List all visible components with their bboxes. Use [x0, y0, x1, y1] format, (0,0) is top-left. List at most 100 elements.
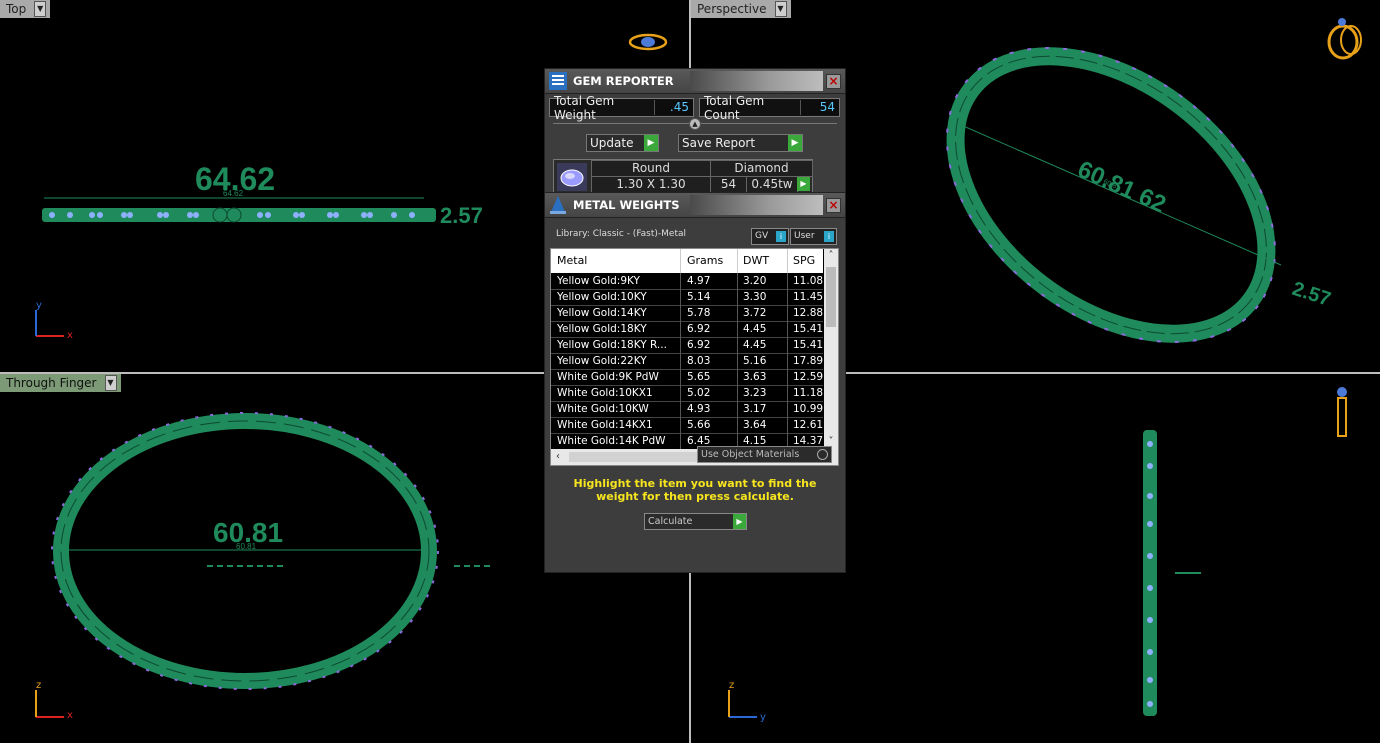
info-icon: i: [824, 231, 834, 242]
play-icon[interactable]: ▶: [797, 177, 810, 191]
metal-weights-title: METAL WEIGHTS: [573, 198, 680, 212]
cell-metal: White Gold:10KX1: [551, 385, 681, 401]
cell-grams: 8.03: [681, 353, 738, 369]
cell-grams: 5.14: [681, 289, 738, 305]
top-dim-side: 2.57: [440, 203, 483, 228]
scrollbar-thumb[interactable]: [826, 267, 836, 327]
play-icon: ▶: [644, 135, 658, 151]
gem-material: Diamond: [710, 160, 813, 177]
table-row[interactable]: Yellow Gold:10KY 5.14 3.30 11.45: [551, 289, 834, 306]
cell-dwt: 3.64: [737, 417, 788, 433]
cell-metal: Yellow Gold:9KY: [551, 273, 681, 289]
cell-dwt: 3.20: [737, 273, 788, 289]
top-dim-small: 64.62: [223, 189, 244, 198]
gem-reporter-titlebar[interactable]: GEM REPORTER ×: [545, 69, 845, 94]
cell-grams: 6.92: [681, 321, 738, 337]
gem-reporter-title: GEM REPORTER: [573, 74, 674, 88]
perspective-dim-side: 2.57: [1289, 278, 1333, 311]
svg-text:z: z: [36, 680, 41, 691]
chevron-up-icon[interactable]: ▲: [689, 118, 701, 130]
cell-dwt: 4.45: [737, 337, 788, 353]
axis-gizmo: z x: [35, 680, 73, 721]
cell-metal: Yellow Gold:18KY R...: [551, 337, 681, 353]
gem-shape: Round: [591, 160, 711, 177]
cell-dwt: 3.30: [737, 289, 788, 305]
cell-metal: White Gold:9K PdW: [551, 369, 681, 385]
axis-gizmo: y x: [35, 300, 73, 341]
cell-metal: White Gold:14K PdW: [551, 433, 681, 449]
column-header-dwt[interactable]: DWT: [737, 249, 788, 273]
close-icon[interactable]: ×: [826, 74, 841, 89]
table-row[interactable]: Yellow Gold:14KY 5.78 3.72 12.88: [551, 305, 834, 322]
cell-grams: 4.97: [681, 273, 738, 289]
report-icon: [549, 72, 567, 90]
use-object-materials-option[interactable]: Use Object Materials: [697, 446, 832, 463]
gem-list-item[interactable]: Round Diamond 1.30 X 1.30 54 0.45tw ▶: [553, 159, 813, 195]
cell-grams: 4.93: [681, 401, 738, 417]
table-row[interactable]: Yellow Gold:9KY 4.97 3.20 11.08: [551, 273, 834, 290]
cell-dwt: 3.23: [737, 385, 788, 401]
cell-metal: Yellow Gold:14KY: [551, 305, 681, 321]
column-header-grams[interactable]: Grams: [681, 249, 738, 273]
table-row[interactable]: Yellow Gold:18KY R... 6.92 4.45 15.41: [551, 337, 834, 354]
axis-gizmo: z y: [728, 680, 766, 723]
metal-weights-panel: METAL WEIGHTS × Library: Classic - (Fast…: [544, 192, 846, 573]
cell-metal: White Gold:14KX1: [551, 417, 681, 433]
close-icon[interactable]: ×: [826, 198, 841, 213]
ring-icon[interactable]: [1337, 387, 1347, 437]
info-icon: i: [776, 231, 786, 242]
cell-dwt: 4.45: [737, 321, 788, 337]
ring-icon[interactable]: [1327, 18, 1362, 60]
chevron-left-icon[interactable]: ‹: [551, 449, 565, 465]
gv-toggle[interactable]: GV i: [751, 228, 789, 245]
cell-grams: 5.66: [681, 417, 738, 433]
cell-metal: Yellow Gold:10KY: [551, 289, 681, 305]
ring-icon[interactable]: [628, 33, 668, 51]
total-gem-count-field: Total Gem Count 54: [699, 94, 840, 122]
radio-button[interactable]: [817, 449, 828, 460]
svg-text:z: z: [729, 680, 734, 691]
svg-text:x: x: [67, 330, 73, 341]
table-row[interactable]: White Gold:14KX1 5.66 3.64 12.61: [551, 417, 834, 434]
round-gem-icon: [557, 163, 587, 191]
metal-weights-titlebar[interactable]: METAL WEIGHTS ×: [545, 193, 845, 218]
table-row[interactable]: Yellow Gold:18KY 6.92 4.45 15.41: [551, 321, 834, 338]
chevron-up-icon[interactable]: ˄: [824, 249, 838, 263]
cell-grams: 5.02: [681, 385, 738, 401]
svg-text:y: y: [36, 300, 42, 311]
table-row[interactable]: Yellow Gold:22KY 8.03 5.16 17.89: [551, 353, 834, 370]
vertical-scrollbar[interactable]: ˄ ˅: [824, 249, 838, 449]
cell-metal: White Gold:10KW: [551, 401, 681, 417]
library-label: Library: Classic - (Fast)-Metal: [556, 229, 687, 239]
cell-grams: 5.78: [681, 305, 738, 321]
instruction-message: Highlight the item you want to find the …: [573, 477, 817, 503]
svg-text:y: y: [760, 712, 766, 723]
save-report-button[interactable]: Save Report ▶: [678, 134, 803, 152]
cell-metal: Yellow Gold:18KY: [551, 321, 681, 337]
gem-reporter-panel: GEM REPORTER × Total Gem Weight .45 Tota…: [544, 68, 846, 195]
cell-dwt: 5.16: [737, 353, 788, 369]
cell-grams: 6.92: [681, 337, 738, 353]
metal-weights-table[interactable]: Metal Grams DWT SPG Yellow Gold:9KY 4.97 3…: [550, 248, 839, 466]
play-icon: ▶: [788, 135, 802, 151]
user-toggle[interactable]: User i: [790, 228, 837, 245]
total-gem-count-value: 54: [800, 100, 839, 115]
table-row[interactable]: White Gold:10KW 4.93 3.17 10.99: [551, 401, 834, 418]
perspective-dim-large: 60.81 62: [1074, 156, 1170, 219]
collapse-handle[interactable]: ▲: [553, 118, 837, 130]
scale-icon: [550, 196, 566, 214]
table-header: Metal Grams DWT SPG: [551, 249, 834, 273]
cell-dwt: 3.17: [737, 401, 788, 417]
cell-grams: 5.65: [681, 369, 738, 385]
total-gem-weight-field: Total Gem Weight .45: [549, 94, 694, 122]
column-header-metal[interactable]: Metal: [551, 249, 681, 273]
update-button[interactable]: Update ▶: [586, 134, 659, 152]
cell-dwt: 3.63: [737, 369, 788, 385]
cell-metal: Yellow Gold:22KY: [551, 353, 681, 369]
cell-dwt: 3.72: [737, 305, 788, 321]
table-row[interactable]: White Gold:9K PdW 5.65 3.63 12.59: [551, 369, 834, 386]
through-finger-dim-small: 60.81: [236, 542, 257, 551]
total-gem-weight-value: .45: [654, 100, 693, 115]
calculate-button[interactable]: Calculate ▶: [644, 513, 747, 530]
table-row[interactable]: White Gold:10KX1 5.02 3.23 11.18: [551, 385, 834, 402]
